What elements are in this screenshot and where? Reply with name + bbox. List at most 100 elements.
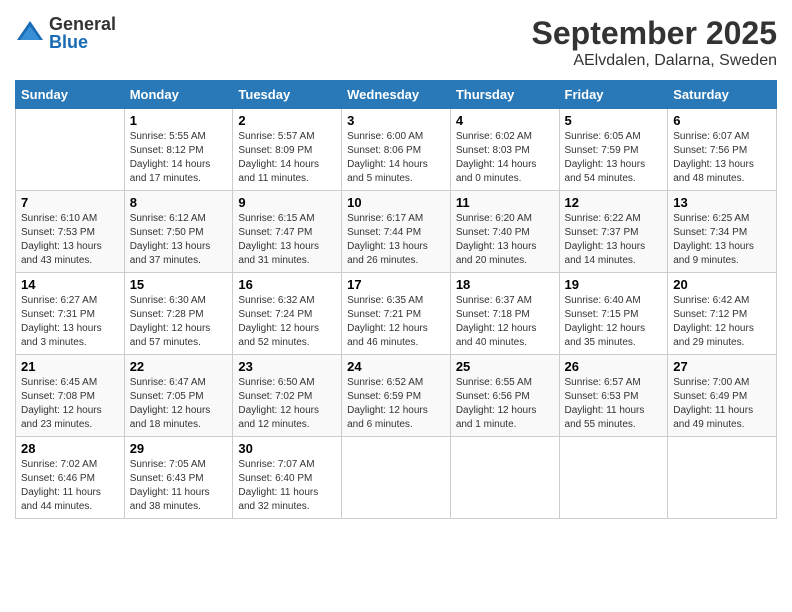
- day-info: Sunrise: 6:20 AM Sunset: 7:40 PM Dayligh…: [456, 212, 554, 268]
- calendar-cell: 20 Sunrise: 6:42 AM Sunset: 7:12 PM Dayli…: [668, 273, 777, 355]
- day-info: Sunrise: 6:42 AM Sunset: 7:12 PM Dayligh…: [673, 294, 771, 350]
- day-info: Sunrise: 6:30 AM Sunset: 7:28 PM Dayligh…: [130, 294, 228, 350]
- day-info: Sunrise: 6:22 AM Sunset: 7:37 PM Dayligh…: [565, 212, 663, 268]
- calendar-cell: 10 Sunrise: 6:17 AM Sunset: 7:44 PM Dayli…: [342, 191, 451, 273]
- day-number: 24: [347, 359, 445, 374]
- calendar-header: SundayMondayTuesdayWednesdayThursdayFrid…: [16, 81, 777, 109]
- day-info: Sunrise: 6:25 AM Sunset: 7:34 PM Dayligh…: [673, 212, 771, 268]
- week-row-3: 14 Sunrise: 6:27 AM Sunset: 7:31 PM Dayli…: [16, 273, 777, 355]
- calendar-cell: 8 Sunrise: 6:12 AM Sunset: 7:50 PM Daylig…: [124, 191, 233, 273]
- day-number: 20: [673, 277, 771, 292]
- logo-general: General: [49, 15, 116, 33]
- calendar-table: SundayMondayTuesdayWednesdayThursdayFrid…: [15, 80, 777, 519]
- calendar-cell: 7Sunrise: 6:10 AM Sunset: 7:53 PM Daylig…: [16, 191, 125, 273]
- day-info: Sunrise: 6:50 AM Sunset: 7:02 PM Dayligh…: [238, 376, 336, 432]
- calendar-cell: 14 Sunrise: 6:27 AM Sunset: 7:31 PM Dayli…: [16, 273, 125, 355]
- logo-icon: [15, 18, 45, 48]
- day-number: 17: [347, 277, 445, 292]
- calendar-cell: 21 Sunrise: 6:45 AM Sunset: 7:08 PM Dayli…: [16, 355, 125, 437]
- day-info: Sunrise: 6:12 AM Sunset: 7:50 PM Dayligh…: [130, 212, 228, 268]
- day-info: Sunrise: 7:05 AM Sunset: 6:43 PM Dayligh…: [130, 458, 228, 514]
- day-info: Sunrise: 7:02 AM Sunset: 6:46 PM Dayligh…: [21, 458, 119, 514]
- logo-text: General Blue: [49, 15, 116, 51]
- day-number: 16: [238, 277, 336, 292]
- day-info: Sunrise: 6:45 AM Sunset: 7:08 PM Dayligh…: [21, 376, 119, 432]
- calendar-cell: [342, 437, 451, 519]
- day-number: 4: [456, 113, 554, 128]
- calendar-cell: 9Sunrise: 6:15 AM Sunset: 7:47 PM Daylig…: [233, 191, 342, 273]
- column-header-sunday: Sunday: [16, 81, 125, 109]
- calendar-cell: 17 Sunrise: 6:35 AM Sunset: 7:21 PM Dayli…: [342, 273, 451, 355]
- calendar-cell: 25 Sunrise: 6:55 AM Sunset: 6:56 PM Dayli…: [450, 355, 559, 437]
- day-info: Sunrise: 6:32 AM Sunset: 7:24 PM Dayligh…: [238, 294, 336, 350]
- calendar-cell: 16 Sunrise: 6:32 AM Sunset: 7:24 PM Dayli…: [233, 273, 342, 355]
- day-info: Sunrise: 6:35 AM Sunset: 7:21 PM Dayligh…: [347, 294, 445, 350]
- column-header-monday: Monday: [124, 81, 233, 109]
- day-number: 22: [130, 359, 228, 374]
- day-info: Sunrise: 6:55 AM Sunset: 6:56 PM Dayligh…: [456, 376, 554, 432]
- calendar-cell: 28 Sunrise: 7:02 AM Sunset: 6:46 PM Dayli…: [16, 437, 125, 519]
- week-row-2: 7Sunrise: 6:10 AM Sunset: 7:53 PM Daylig…: [16, 191, 777, 273]
- column-header-friday: Friday: [559, 81, 668, 109]
- week-row-4: 21 Sunrise: 6:45 AM Sunset: 7:08 PM Dayli…: [16, 355, 777, 437]
- day-number: 11: [456, 195, 554, 210]
- calendar-cell: 19Sunrise: 6:40 AM Sunset: 7:15 PM Dayli…: [559, 273, 668, 355]
- week-row-1: 1Sunrise: 5:55 AM Sunset: 8:12 PM Daylig…: [16, 109, 777, 191]
- calendar-cell: 24 Sunrise: 6:52 AM Sunset: 6:59 PM Dayli…: [342, 355, 451, 437]
- day-info: Sunrise: 6:15 AM Sunset: 7:47 PM Dayligh…: [238, 212, 336, 268]
- calendar-cell: 22 Sunrise: 6:47 AM Sunset: 7:05 PM Dayli…: [124, 355, 233, 437]
- calendar-cell: 15Sunrise: 6:30 AM Sunset: 7:28 PM Dayli…: [124, 273, 233, 355]
- day-info: Sunrise: 6:27 AM Sunset: 7:31 PM Dayligh…: [21, 294, 119, 350]
- day-info: Sunrise: 6:17 AM Sunset: 7:44 PM Dayligh…: [347, 212, 445, 268]
- day-number: 10: [347, 195, 445, 210]
- calendar-cell: 23 Sunrise: 6:50 AM Sunset: 7:02 PM Dayli…: [233, 355, 342, 437]
- day-info: Sunrise: 7:07 AM Sunset: 6:40 PM Dayligh…: [238, 458, 336, 514]
- week-row-5: 28 Sunrise: 7:02 AM Sunset: 6:46 PM Dayli…: [16, 437, 777, 519]
- title-block: September 2025 AElvdalen, Dalarna, Swede…: [532, 15, 777, 70]
- column-header-saturday: Saturday: [668, 81, 777, 109]
- calendar-body: 1Sunrise: 5:55 AM Sunset: 8:12 PM Daylig…: [16, 109, 777, 519]
- day-number: 5: [565, 113, 663, 128]
- day-number: 28: [21, 441, 119, 456]
- day-number: 30: [238, 441, 336, 456]
- calendar-cell: 29 Sunrise: 7:05 AM Sunset: 6:43 PM Dayli…: [124, 437, 233, 519]
- column-header-wednesday: Wednesday: [342, 81, 451, 109]
- calendar-cell: 2Sunrise: 5:57 AM Sunset: 8:09 PM Daylig…: [233, 109, 342, 191]
- day-number: 13: [673, 195, 771, 210]
- logo-blue-text: Blue: [49, 33, 116, 51]
- month-title: September 2025: [532, 15, 777, 52]
- calendar-cell: 6Sunrise: 6:07 AM Sunset: 7:56 PM Daylig…: [668, 109, 777, 191]
- logo: General Blue: [15, 15, 116, 51]
- calendar-cell: 5 Sunrise: 6:05 AM Sunset: 7:59 PM Daylig…: [559, 109, 668, 191]
- calendar-cell: [450, 437, 559, 519]
- day-number: 14: [21, 277, 119, 292]
- day-number: 21: [21, 359, 119, 374]
- day-info: Sunrise: 6:52 AM Sunset: 6:59 PM Dayligh…: [347, 376, 445, 432]
- day-info: Sunrise: 6:37 AM Sunset: 7:18 PM Dayligh…: [456, 294, 554, 350]
- location: AElvdalen, Dalarna, Sweden: [532, 52, 777, 70]
- calendar-cell: [668, 437, 777, 519]
- calendar-cell: 30 Sunrise: 7:07 AM Sunset: 6:40 PM Dayli…: [233, 437, 342, 519]
- day-info: Sunrise: 6:07 AM Sunset: 7:56 PM Dayligh…: [673, 130, 771, 186]
- calendar-cell: 26Sunrise: 6:57 AM Sunset: 6:53 PM Dayli…: [559, 355, 668, 437]
- page-header: General Blue September 2025 AElvdalen, D…: [15, 15, 777, 70]
- day-number: 8: [130, 195, 228, 210]
- day-number: 19: [565, 277, 663, 292]
- day-number: 25: [456, 359, 554, 374]
- day-info: Sunrise: 6:47 AM Sunset: 7:05 PM Dayligh…: [130, 376, 228, 432]
- day-number: 26: [565, 359, 663, 374]
- day-number: 29: [130, 441, 228, 456]
- day-number: 7: [21, 195, 119, 210]
- calendar-cell: 4 Sunrise: 6:02 AM Sunset: 8:03 PM Daylig…: [450, 109, 559, 191]
- header-row: SundayMondayTuesdayWednesdayThursdayFrid…: [16, 81, 777, 109]
- calendar-cell: 12Sunrise: 6:22 AM Sunset: 7:37 PM Dayli…: [559, 191, 668, 273]
- day-info: Sunrise: 5:57 AM Sunset: 8:09 PM Dayligh…: [238, 130, 336, 186]
- day-info: Sunrise: 6:05 AM Sunset: 7:59 PM Dayligh…: [565, 130, 663, 186]
- calendar-cell: 18Sunrise: 6:37 AM Sunset: 7:18 PM Dayli…: [450, 273, 559, 355]
- day-info: Sunrise: 7:00 AM Sunset: 6:49 PM Dayligh…: [673, 376, 771, 432]
- calendar-cell: 13 Sunrise: 6:25 AM Sunset: 7:34 PM Dayli…: [668, 191, 777, 273]
- day-info: Sunrise: 6:02 AM Sunset: 8:03 PM Dayligh…: [456, 130, 554, 186]
- day-number: 23: [238, 359, 336, 374]
- day-number: 3: [347, 113, 445, 128]
- day-number: 27: [673, 359, 771, 374]
